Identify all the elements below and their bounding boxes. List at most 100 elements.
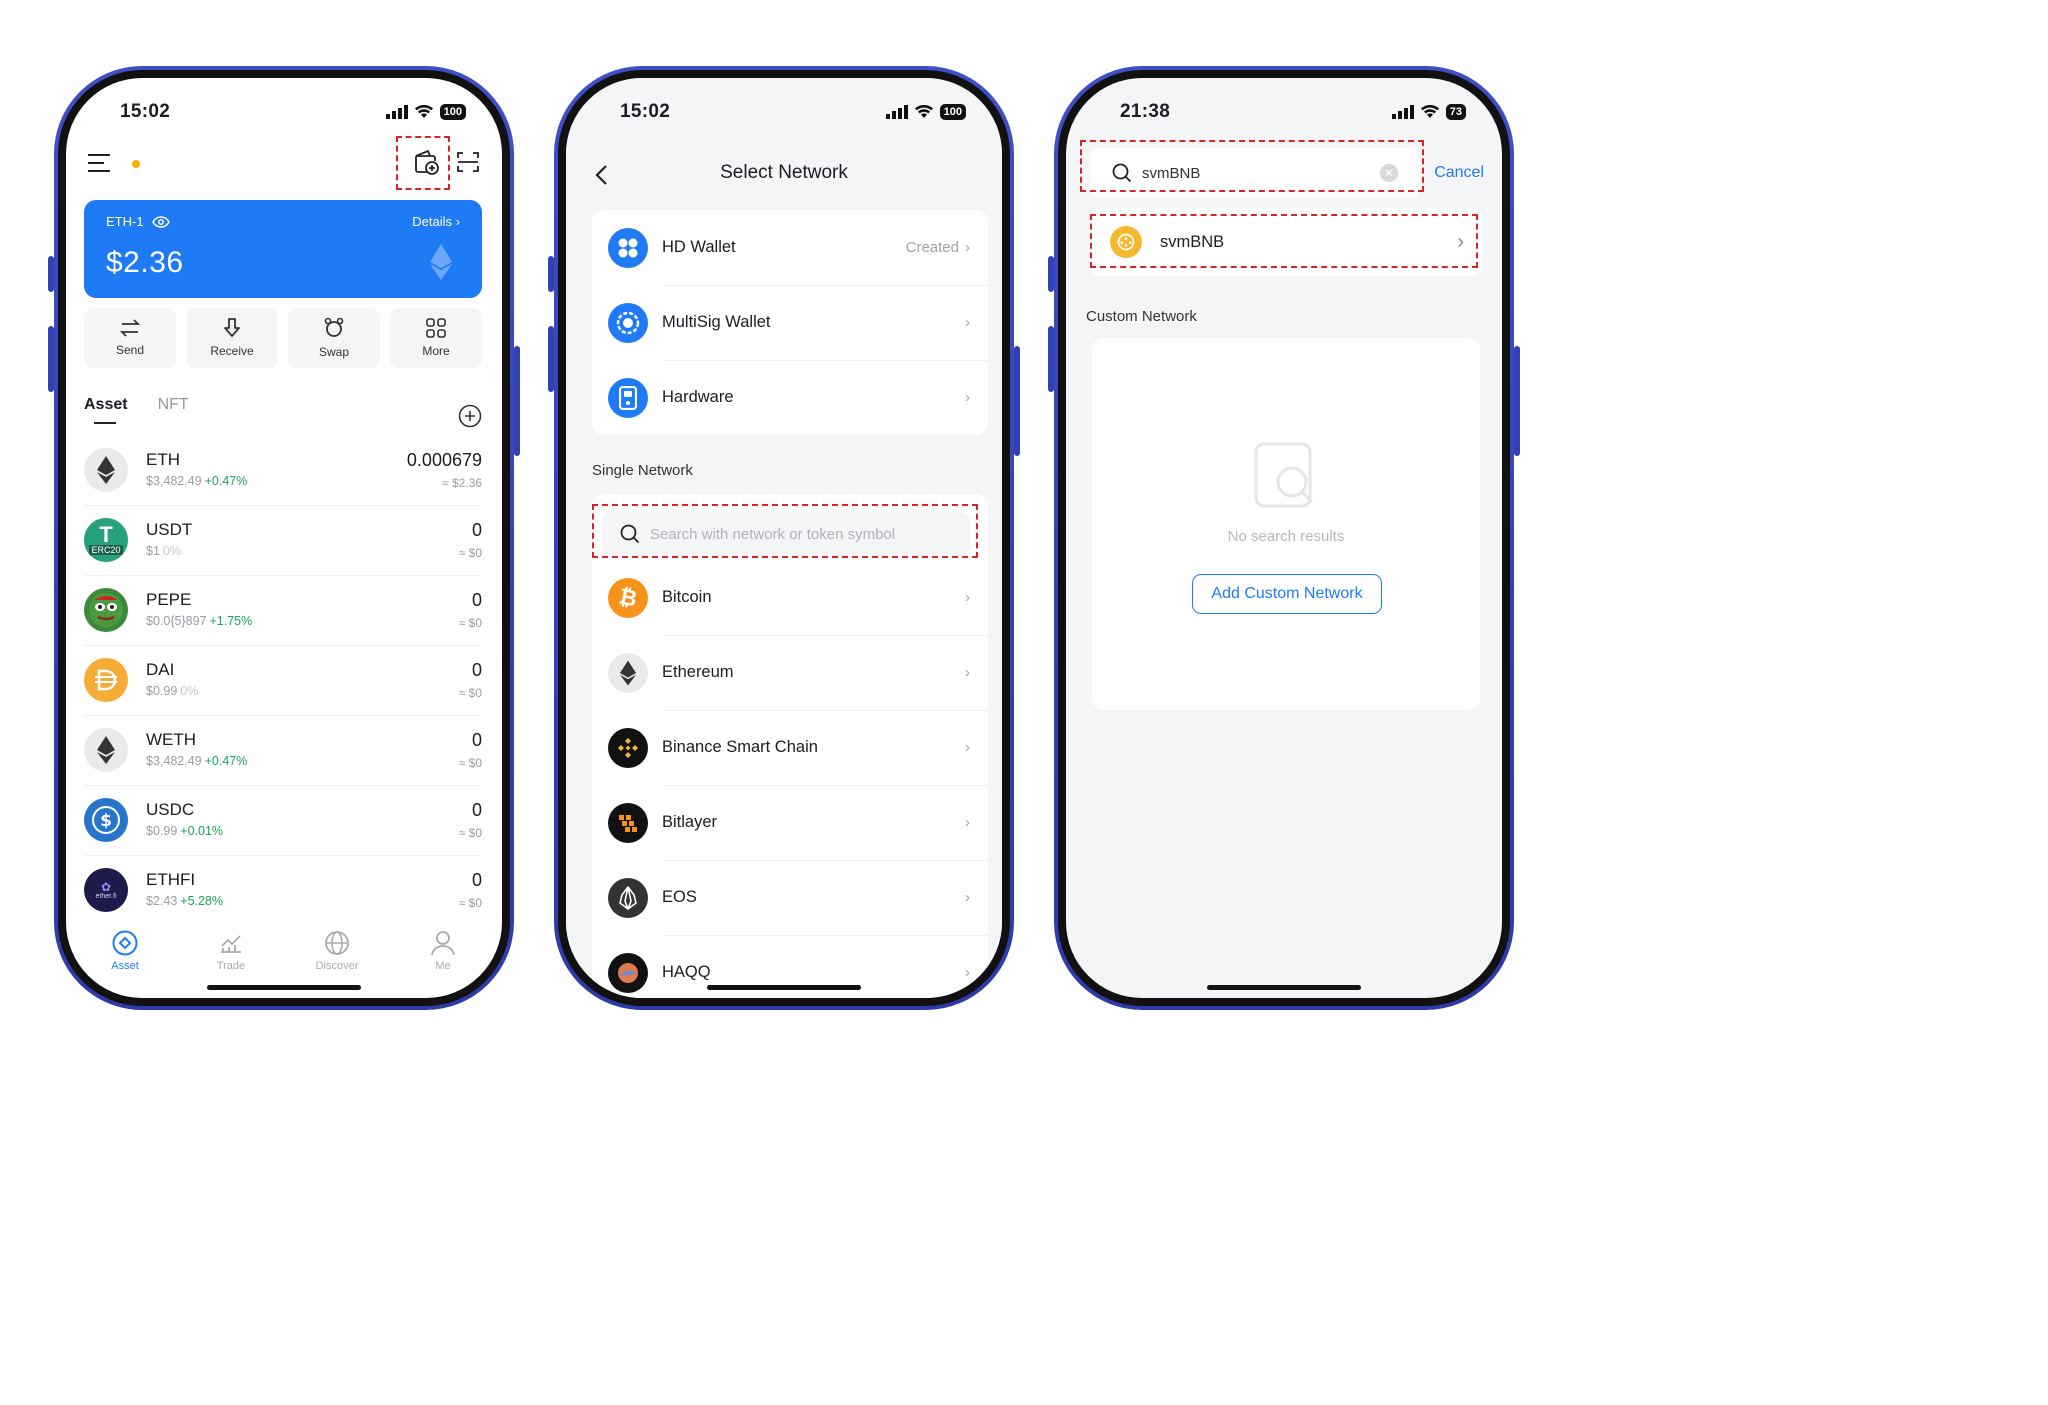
tab-asset[interactable]: Asset bbox=[84, 396, 128, 424]
more-icon bbox=[426, 318, 446, 338]
usdt-icon: T ERC20 bbox=[84, 518, 128, 562]
chevron-right-icon: › bbox=[965, 964, 970, 981]
chevron-right-icon: › bbox=[965, 664, 970, 681]
ethereum-icon bbox=[608, 652, 648, 693]
receive-icon bbox=[224, 318, 240, 337]
multisig-wallet-item[interactable]: MultiSig Wallet › bbox=[592, 285, 988, 360]
network-item-bitcoin[interactable]: ₿ Bitcoin › bbox=[592, 560, 988, 635]
wifi-icon bbox=[1420, 105, 1439, 118]
phone-3: 21:38 73 svmBNB ✕ Cancel svmBNB › Custom… bbox=[1048, 66, 1520, 1010]
status-bar: 21:38 73 bbox=[1120, 100, 1466, 124]
asset-icon bbox=[112, 930, 138, 956]
send-icon bbox=[120, 319, 140, 337]
battery-indicator: 100 bbox=[939, 104, 966, 120]
account-balance: $2.36 bbox=[106, 246, 184, 279]
status-time: 15:02 bbox=[120, 101, 171, 122]
phone-1: 15:02 100 ETH-1 Details › $2.36 Send Rec… bbox=[48, 66, 520, 1010]
wifi-icon bbox=[914, 105, 933, 118]
account-name: ETH-1 bbox=[106, 214, 144, 229]
details-link[interactable]: Details bbox=[412, 214, 452, 229]
chevron-right-icon: › bbox=[965, 589, 970, 606]
chevron-right-icon: › bbox=[965, 314, 970, 331]
network-list: ₿ Bitcoin › Ethereum › Binance Smart Cha… bbox=[592, 494, 988, 998]
wifi-icon bbox=[414, 105, 433, 118]
send-button[interactable]: Send bbox=[84, 308, 176, 368]
network-item-bsc[interactable]: Binance Smart Chain › bbox=[592, 710, 988, 785]
status-bar: 15:02 100 bbox=[620, 100, 966, 124]
hd-wallet-icon bbox=[608, 227, 648, 268]
asset-row[interactable]: PEPE $0.0{5}897 +1.75% 0 ≈ $0 bbox=[84, 576, 482, 646]
nav-asset[interactable]: Asset bbox=[85, 928, 165, 998]
me-icon bbox=[431, 931, 455, 956]
network-item-bitlayer[interactable]: Bitlayer › bbox=[592, 785, 988, 860]
highlight-add-wallet bbox=[396, 136, 450, 190]
phone-2: 15:02 100 Select Network HD Wallet Creat… bbox=[548, 66, 1020, 1010]
chevron-right-icon: › bbox=[965, 239, 970, 256]
more-button[interactable]: More bbox=[390, 308, 482, 368]
home-indicator bbox=[1207, 985, 1361, 990]
network-item-eos[interactable]: EOS › bbox=[592, 860, 988, 935]
haqq-icon bbox=[608, 952, 648, 993]
pepe-icon bbox=[84, 588, 128, 632]
custom-network-panel: No search results Add Custom Network bbox=[1092, 338, 1480, 710]
home-indicator bbox=[207, 985, 361, 990]
hd-wallet-item[interactable]: HD Wallet Created › bbox=[592, 210, 988, 285]
account-card[interactable]: ETH-1 Details › $2.36 bbox=[84, 200, 482, 298]
nav-me[interactable]: Me bbox=[403, 928, 483, 998]
chevron-right-icon: › bbox=[965, 814, 970, 831]
search-network-screen: 21:38 73 svmBNB ✕ Cancel svmBNB › Custom… bbox=[1066, 78, 1502, 998]
add-custom-network-button[interactable]: Add Custom Network bbox=[1192, 574, 1382, 614]
chevron-right-icon: › bbox=[455, 214, 460, 229]
highlight-search bbox=[1080, 140, 1424, 192]
page-title: Select Network bbox=[720, 162, 848, 183]
eth-icon bbox=[84, 448, 128, 492]
select-network-screen: 15:02 100 Select Network HD Wallet Creat… bbox=[566, 78, 1002, 998]
no-results-icon bbox=[1254, 442, 1314, 508]
created-status: Created bbox=[905, 239, 959, 256]
status-time: 21:38 bbox=[1120, 101, 1171, 122]
tab-nft[interactable]: NFT bbox=[158, 396, 189, 414]
battery-indicator: 100 bbox=[439, 104, 466, 120]
empty-message: No search results bbox=[1227, 528, 1345, 545]
signal-icon bbox=[385, 105, 408, 119]
highlight-search bbox=[592, 504, 978, 558]
asset-row[interactable]: ✿ ether.fi ETHFI $2.43 +5.28% 0 ≈ $0 bbox=[84, 856, 482, 926]
usdc-icon: $ bbox=[84, 798, 128, 842]
network-item-ethereum[interactable]: Ethereum › bbox=[592, 635, 988, 710]
multisig-wallet-icon bbox=[608, 302, 648, 343]
add-token-icon[interactable] bbox=[458, 404, 482, 428]
highlight-result bbox=[1090, 214, 1478, 268]
chevron-right-icon: › bbox=[965, 739, 970, 756]
single-network-label: Single Network bbox=[592, 462, 693, 479]
home-indicator bbox=[707, 985, 861, 990]
custom-network-label: Custom Network bbox=[1086, 308, 1197, 325]
dai-icon bbox=[84, 658, 128, 702]
scan-icon[interactable] bbox=[456, 150, 480, 174]
bnb-icon bbox=[608, 727, 648, 768]
bitlayer-icon bbox=[608, 802, 648, 843]
asset-row[interactable]: DAI $0.99 0% 0 ≈ $0 bbox=[84, 646, 482, 716]
asset-row[interactable]: $ USDC $0.99 +0.01% 0 ≈ $0 bbox=[84, 786, 482, 856]
status-bar: 15:02 100 bbox=[120, 100, 466, 124]
signal-icon bbox=[885, 105, 908, 119]
swap-button[interactable]: Swap bbox=[288, 308, 380, 368]
trade-icon bbox=[221, 935, 241, 953]
svg-text:$: $ bbox=[100, 811, 112, 831]
eye-icon[interactable] bbox=[151, 215, 170, 228]
bitcoin-icon: ₿ bbox=[608, 577, 648, 618]
hardware-wallet-icon bbox=[608, 377, 648, 418]
chevron-right-icon: › bbox=[965, 889, 970, 906]
asset-row[interactable]: T ERC20 USDT $1 0% 0 ≈ $0 bbox=[84, 506, 482, 576]
swap-icon bbox=[324, 317, 344, 337]
discover-icon bbox=[325, 931, 349, 955]
ethfi-icon: ✿ ether.fi bbox=[84, 868, 128, 912]
menu-icon[interactable] bbox=[88, 154, 110, 172]
asset-row[interactable]: ETH $3,482.49 +0.47% 0.000679 ≈ $2.36 bbox=[84, 436, 482, 506]
cancel-button[interactable]: Cancel bbox=[1434, 164, 1484, 182]
hardware-wallet-item[interactable]: Hardware › bbox=[592, 360, 988, 435]
weth-icon bbox=[84, 728, 128, 772]
battery-indicator: 73 bbox=[1445, 104, 1466, 120]
asset-row[interactable]: WETH $3,482.49 +0.47% 0 ≈ $0 bbox=[84, 716, 482, 786]
receive-button[interactable]: Receive bbox=[186, 308, 278, 368]
quick-actions: Send Receive Swap More bbox=[84, 308, 482, 368]
